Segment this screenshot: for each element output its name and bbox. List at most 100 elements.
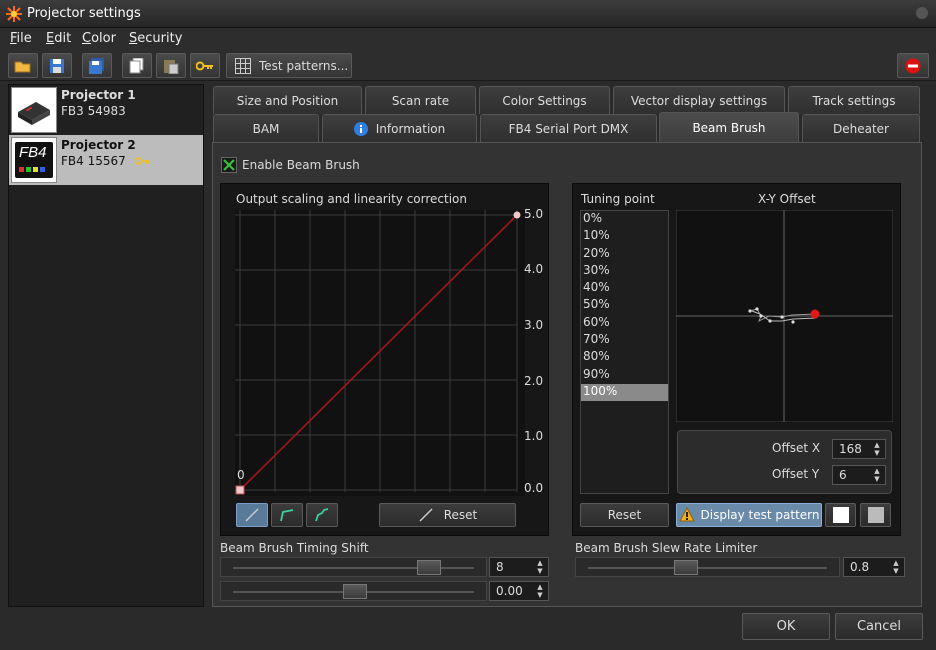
- open-button[interactable]: [8, 53, 38, 78]
- menu-file[interactable]: File: [10, 31, 32, 46]
- xy-offset-title: X-Y Offset: [758, 192, 816, 206]
- stop-icon: [905, 58, 921, 73]
- curve-title: Output scaling and linearity correction: [236, 192, 467, 206]
- projector-1-thumbnail: [11, 87, 57, 133]
- cancel-button[interactable]: Cancel: [835, 613, 923, 640]
- window-close-icon[interactable]: [916, 7, 928, 19]
- projector-1-name: Projector 1: [61, 88, 136, 102]
- key-button[interactable]: [190, 53, 220, 78]
- menu-security[interactable]: Security: [129, 31, 182, 46]
- y-tick-0: 0.0: [524, 481, 544, 495]
- offset-x-value: 168: [839, 442, 862, 456]
- slider-thumb[interactable]: [417, 560, 441, 575]
- timing-fine-slider[interactable]: [220, 581, 487, 601]
- tab-deheater[interactable]: Deheater: [802, 114, 920, 142]
- spinner-arrows-icon[interactable]: ▲ ▼: [534, 583, 546, 599]
- linear-curve-button[interactable]: [236, 503, 268, 527]
- tab-size-and-position[interactable]: Size and Position: [213, 86, 362, 114]
- offset-x-spinner[interactable]: 168 ▲ ▼: [832, 439, 886, 459]
- tuning-point-header: Tuning point: [581, 192, 655, 206]
- display-test-pattern-label: Display test pattern: [700, 508, 820, 522]
- slider-thumb[interactable]: [674, 560, 698, 575]
- key-icon: [196, 61, 213, 70]
- tuning-point-item[interactable]: 0%: [581, 211, 668, 228]
- tuning-point-list[interactable]: 0% 10% 20% 30% 40% 50% 60% 70% 80% 90% 1…: [580, 210, 669, 494]
- tab-fb4-serial-port-dmx[interactable]: FB4 Serial Port DMX: [480, 114, 657, 142]
- copy-button[interactable]: [122, 53, 152, 78]
- tuning-point-item[interactable]: 60%: [581, 315, 668, 332]
- checkmark-icon: [223, 159, 235, 171]
- offset-y-spinner[interactable]: 6 ▲ ▼: [832, 465, 886, 485]
- projector-1-serial: FB3 54983: [61, 104, 126, 118]
- tuning-point-item[interactable]: 50%: [581, 297, 668, 314]
- xy-offset-plot[interactable]: [676, 210, 893, 422]
- y-tick-2: 2.0: [524, 374, 544, 388]
- tab-beam-brush[interactable]: Beam Brush: [659, 112, 799, 142]
- timing-fine-value: 0.00: [496, 584, 523, 598]
- display-test-pattern-button[interactable]: Display test pattern: [676, 503, 822, 527]
- copy-icon: [129, 57, 144, 73]
- timing-shift-label: Beam Brush Timing Shift: [220, 541, 369, 555]
- spinner-arrows-icon[interactable]: ▲ ▼: [871, 441, 883, 457]
- folder-open-icon: [14, 61, 31, 72]
- tab-vector-display-settings[interactable]: Vector display settings: [613, 86, 785, 114]
- tuning-point-item[interactable]: 30%: [581, 263, 668, 280]
- tab-bam[interactable]: BAM: [213, 114, 319, 142]
- tuning-point-item-selected[interactable]: 100%: [581, 383, 668, 402]
- tuning-point-item[interactable]: 10%: [581, 228, 668, 245]
- curve-shape-1-button[interactable]: [271, 503, 303, 527]
- timing-fine-spinner[interactable]: 0.00 ▲ ▼: [489, 581, 549, 601]
- tab-track-settings[interactable]: Track settings: [788, 86, 920, 114]
- menu-color[interactable]: Color: [82, 31, 116, 46]
- save-button[interactable]: [42, 53, 72, 78]
- linear-curve-icon: [419, 508, 433, 522]
- linearity-curve-graph[interactable]: [235, 210, 525, 496]
- tuning-point-item[interactable]: 80%: [581, 349, 668, 366]
- curve-end-point[interactable]: [513, 211, 521, 219]
- projector-item-1[interactable]: Projector 1 FB3 54983: [9, 85, 203, 135]
- tab-information[interactable]: Information: [322, 114, 477, 142]
- white-square-icon: [832, 507, 849, 523]
- y-tick-1: 1.0: [524, 429, 544, 443]
- paste-button[interactable]: [156, 53, 186, 78]
- toolbar: Test patterns...: [0, 50, 936, 81]
- curve-shape-2-button[interactable]: [306, 503, 338, 527]
- menu-edit[interactable]: Edit: [46, 31, 71, 46]
- timing-shift-slider[interactable]: [220, 557, 487, 577]
- save-all-button[interactable]: [82, 53, 112, 78]
- ok-button[interactable]: OK: [742, 613, 830, 640]
- tuning-reset-button[interactable]: Reset: [580, 503, 669, 527]
- menu-bar: File Edit Color Security: [0, 28, 936, 50]
- tuning-point-item[interactable]: 20%: [581, 246, 668, 263]
- tuning-point-item[interactable]: 40%: [581, 280, 668, 297]
- app-logo-icon: [6, 6, 22, 22]
- key-icon: [135, 157, 150, 165]
- projector-list: Projector 1 FB3 54983 FB4 Projector 2 FB…: [8, 84, 204, 607]
- slew-rate-slider[interactable]: [575, 557, 840, 577]
- warning-icon: [678, 507, 695, 522]
- tab-color-settings[interactable]: Color Settings: [479, 86, 610, 114]
- gray-pattern-button[interactable]: [860, 503, 891, 527]
- slider-thumb[interactable]: [343, 584, 367, 599]
- spinner-arrows-icon[interactable]: ▲ ▼: [871, 467, 883, 483]
- stop-button[interactable]: [897, 53, 929, 78]
- curve-reset-button[interactable]: Reset: [379, 503, 516, 527]
- tuning-point-item[interactable]: 70%: [581, 332, 668, 349]
- tab-scan-rate[interactable]: Scan rate: [365, 86, 476, 114]
- spinner-arrows-icon[interactable]: ▲ ▼: [890, 559, 902, 575]
- curve-start-point[interactable]: [235, 485, 245, 495]
- projector-item-2[interactable]: FB4 Projector 2 FB4 15567: [9, 135, 203, 185]
- spinner-arrows-icon[interactable]: ▲ ▼: [534, 559, 546, 575]
- white-pattern-button[interactable]: [825, 503, 856, 527]
- timing-shift-spinner[interactable]: 8 ▲ ▼: [489, 557, 549, 577]
- slew-rate-label: Beam Brush Slew Rate Limiter: [575, 541, 758, 555]
- timing-shift-value: 8: [496, 560, 504, 574]
- test-patterns-button[interactable]: Test patterns...: [226, 53, 352, 78]
- output-scaling-box: Output scaling and linearity correction …: [220, 183, 549, 536]
- offset-y-label: Offset Y: [772, 467, 820, 481]
- tuning-point-item[interactable]: 90%: [581, 367, 668, 384]
- enable-beam-brush-checkbox[interactable]: [221, 157, 237, 173]
- current-offset-point[interactable]: [810, 309, 820, 319]
- slew-rate-spinner[interactable]: 0.8 ▲ ▼: [843, 557, 905, 577]
- save-all-icon: [89, 57, 104, 74]
